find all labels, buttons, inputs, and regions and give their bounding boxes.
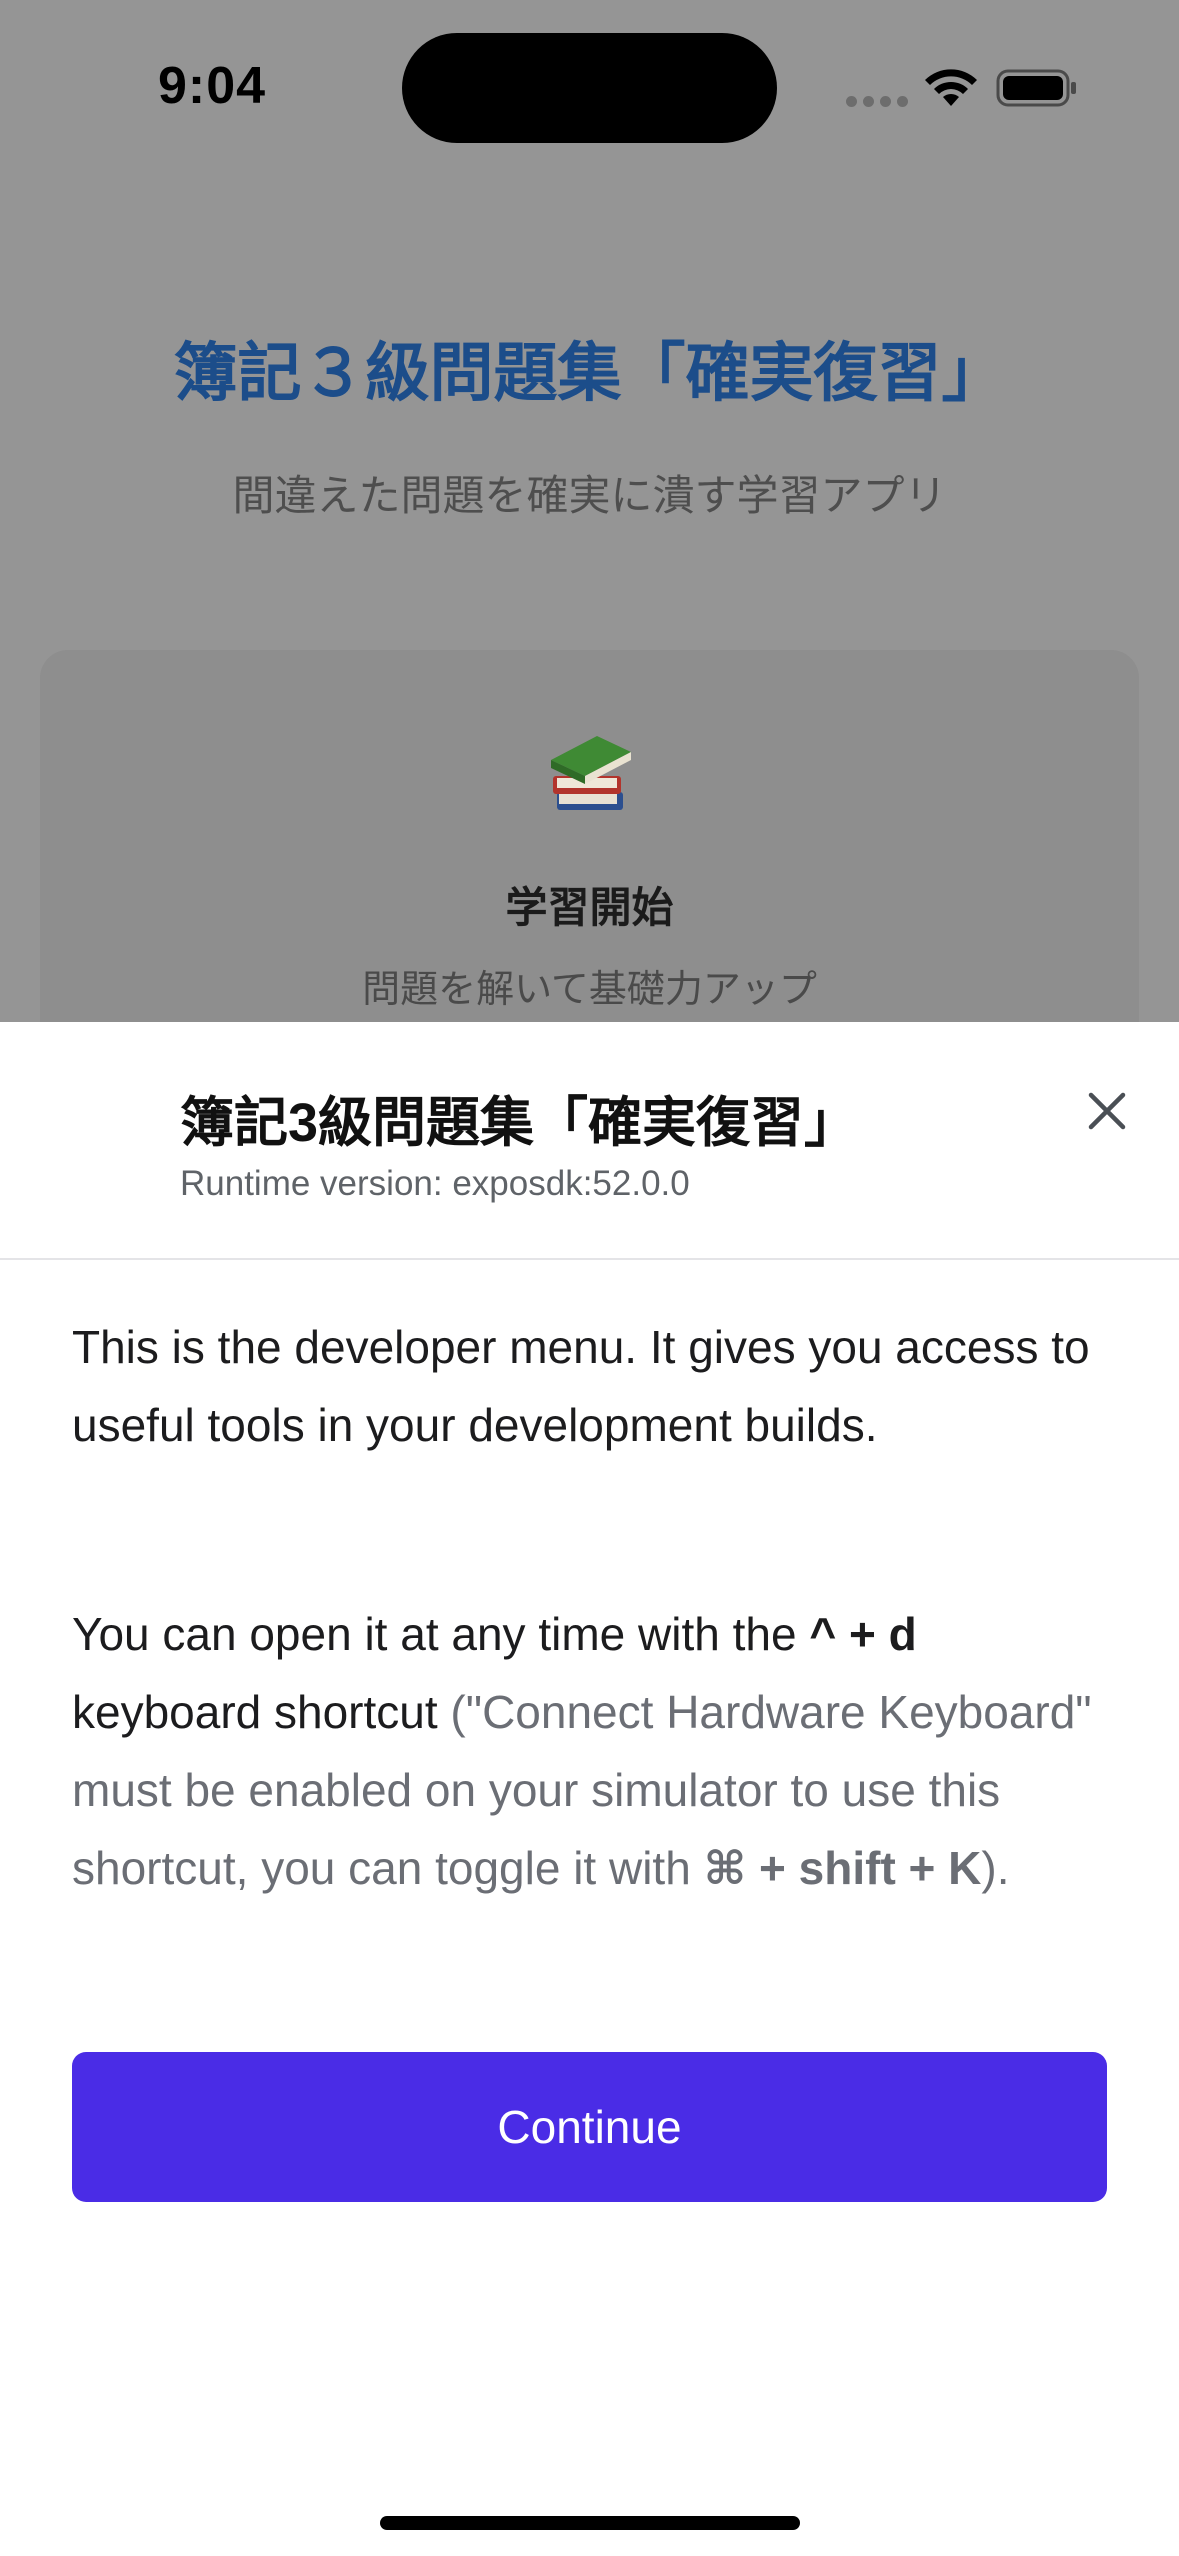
status-bar: 9:04 (0, 0, 1179, 150)
shortcut-text-1: You can open it at any time with the (72, 1608, 810, 1660)
app-title: 簿記３級問題集「確実復習」 (173, 337, 1006, 409)
sheet-header: 簿記3級問題集「確実復習」 Runtime version: exposdk:5… (0, 1022, 1179, 1260)
developer-menu-sheet: 簿記3級問題集「確実復習」 Runtime version: exposdk:5… (0, 1022, 1179, 2556)
close-icon (1088, 1092, 1126, 1130)
continue-button[interactable]: Continue (72, 2052, 1107, 2202)
shortcut-text-2: keyboard shortcut (72, 1686, 438, 1738)
sheet-app-title: 簿記3級問題集「確実復習」 (180, 1093, 859, 1153)
app-subtitle: 間違えた問題を確実に潰す学習アプリ (232, 472, 947, 519)
toggle-shortcut-keys: ⌘ + shift + K (703, 1842, 982, 1894)
shortcut-text-4: ). (981, 1842, 1010, 1894)
start-card-title: 学習開始 (505, 884, 674, 931)
shortcut-paragraph: You can open it at any time with the ^ +… (72, 1595, 1112, 1907)
start-card-subtitle: 問題を解いて基礎力アップ (362, 969, 817, 1011)
close-button[interactable] (1076, 1080, 1138, 1142)
app-background: 9:04 簿記３級問題集「確実復習」 間違えた問題を確実に潰す学習アプリ 学習開… (0, 0, 1179, 1022)
books-icon (40, 730, 1139, 827)
battery-icon (996, 69, 1076, 107)
status-time: 9:04 (158, 57, 267, 115)
shortcut-keys: ^ + d (809, 1608, 917, 1660)
start-learning-card[interactable]: 学習開始 問題を解いて基礎力アップ (40, 650, 1139, 1022)
dynamic-island (402, 33, 777, 143)
wifi-icon (925, 69, 977, 106)
cellular-icon (846, 96, 908, 107)
runtime-version: Runtime version: exposdk:52.0.0 (180, 1164, 690, 1203)
home-indicator[interactable] (380, 2516, 800, 2530)
intro-paragraph: This is the developer menu. It gives you… (72, 1321, 1090, 1451)
